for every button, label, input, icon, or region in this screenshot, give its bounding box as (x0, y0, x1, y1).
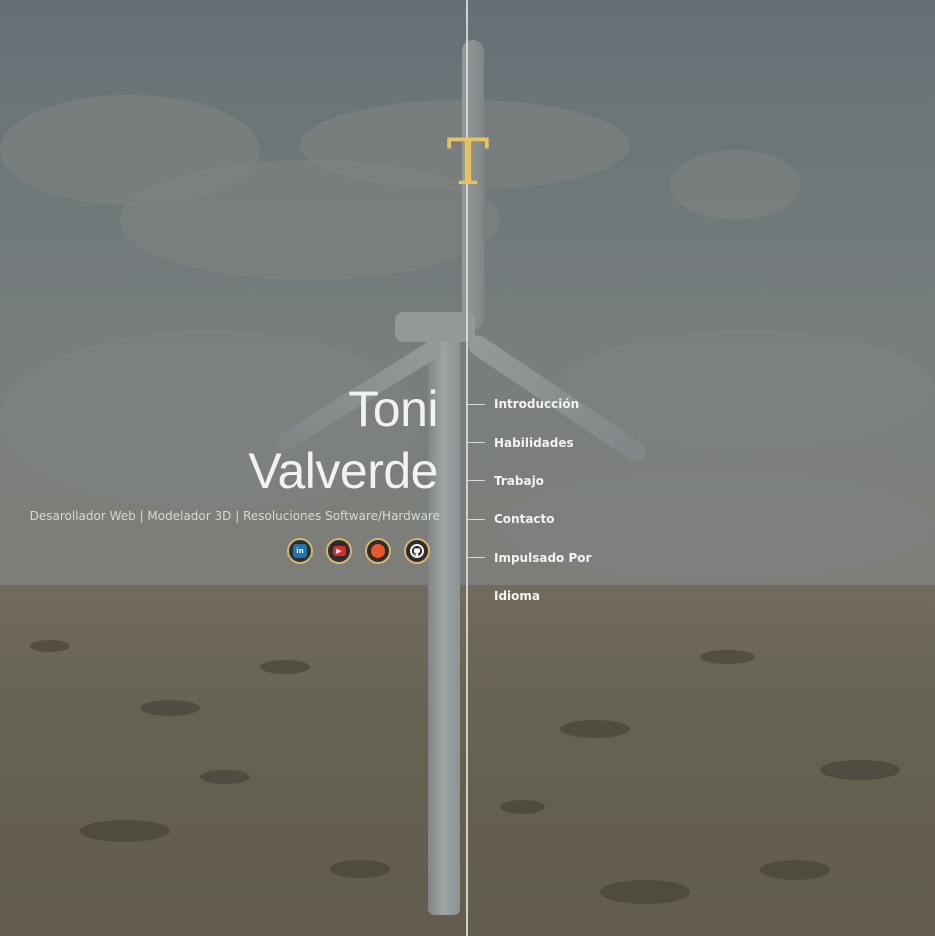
nav-tick (467, 596, 485, 597)
github-icon (410, 544, 424, 558)
nav-item-label: Introducción (494, 397, 580, 412)
nav-tick (467, 403, 485, 405)
nav-tick (467, 518, 485, 520)
nav-item-label: Impulsado Por (494, 550, 592, 565)
social-links: in ▶ (287, 538, 430, 564)
nav-item-label: Idioma (494, 589, 541, 604)
nav-tick (467, 442, 485, 444)
reddit-icon (371, 544, 385, 558)
nav-item-label: Trabajo (494, 473, 544, 488)
nav-item-habilidades[interactable]: Habilidades (467, 423, 591, 461)
nav-item-trabajo[interactable]: Trabajo (467, 462, 591, 500)
youtube-link[interactable]: ▶ (326, 538, 352, 564)
nav-item-impulsado-por[interactable]: Impulsado Por (467, 539, 591, 577)
reddit-link[interactable] (365, 538, 391, 564)
nav-item-label: Contacto (494, 512, 555, 527)
nav-item-idioma[interactable]: Idioma (467, 577, 591, 615)
nav-item-contacto[interactable]: Contacto (467, 500, 591, 538)
nav-item-label: Habilidades (494, 435, 574, 450)
linkedin-link[interactable]: in (287, 538, 313, 564)
linkedin-icon: in (293, 544, 307, 558)
github-mark (412, 546, 422, 556)
nav-tick (467, 557, 485, 559)
profile-name: Toni Valverde (248, 378, 438, 502)
main-nav: Introducción Habilidades Trabajo Contact… (467, 385, 591, 615)
github-link[interactable] (404, 538, 430, 564)
profile-name-first: Toni (348, 381, 438, 437)
youtube-icon: ▶ (332, 546, 346, 556)
profile-name-last: Valverde (248, 443, 438, 499)
logo[interactable]: T (438, 128, 498, 198)
nav-item-introduccion[interactable]: Introducción (467, 385, 591, 423)
nav-tick (467, 480, 485, 482)
profile-subtitle: Desarollador Web | Modelador 3D | Resolu… (29, 509, 440, 523)
